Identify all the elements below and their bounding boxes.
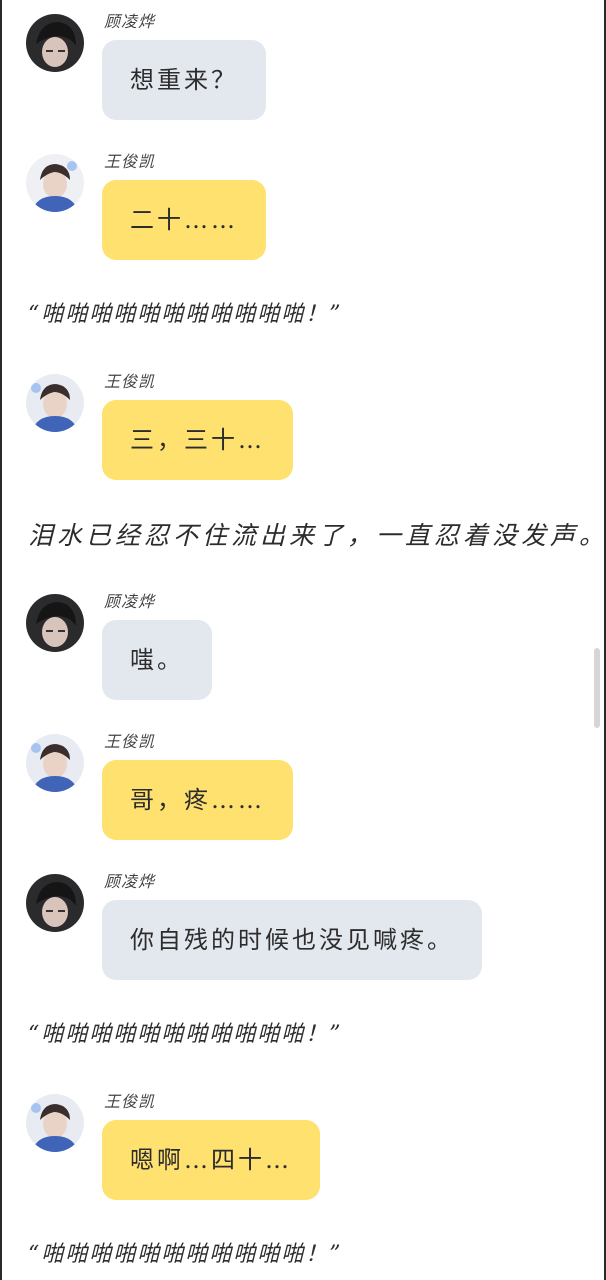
narration-text: “啪啪啪啪啪啪啪啪啪啪啪！”: [28, 1242, 343, 1267]
sender-name: 王俊凯: [104, 372, 156, 391]
sender-name: 王俊凯: [104, 732, 156, 751]
sender-name: 顾凌烨: [104, 12, 156, 31]
sender-name: 王俊凯: [104, 1092, 156, 1111]
message-bubble[interactable]: 你自残的时候也没见喊疼。: [102, 900, 482, 980]
avatar[interactable]: [26, 874, 84, 932]
chat-feed[interactable]: 顾凌烨 想重来？ 王俊凯 二十…… “啪啪啪啪啪啪啪啪啪啪啪！” 王俊凯 三，三…: [0, 0, 606, 1280]
avatar[interactable]: [26, 14, 84, 72]
avatar[interactable]: [26, 374, 84, 432]
narration-text: “啪啪啪啪啪啪啪啪啪啪啪！”: [28, 302, 343, 327]
avatar[interactable]: [26, 594, 84, 652]
sender-name: 王俊凯: [104, 152, 156, 171]
message-bubble[interactable]: 想重来？: [102, 40, 266, 120]
message-bubble[interactable]: 三，三十…: [102, 400, 293, 480]
avatar[interactable]: [26, 154, 84, 212]
avatar[interactable]: [26, 734, 84, 792]
narration-text: 泪水已经忍不住流出来了，一直忍着没发声。: [28, 521, 606, 550]
sender-name: 顾凌烨: [104, 872, 156, 891]
message-bubble[interactable]: 哥，疼……: [102, 760, 293, 840]
message-bubble[interactable]: 嗤。: [102, 620, 212, 700]
narration-text: “啪啪啪啪啪啪啪啪啪啪啪！”: [28, 1022, 343, 1047]
message-bubble[interactable]: 二十……: [102, 180, 266, 260]
sender-name: 顾凌烨: [104, 592, 156, 611]
avatar[interactable]: [26, 1094, 84, 1152]
scrollbar-thumb[interactable]: [594, 648, 600, 728]
message-bubble[interactable]: 嗯啊…四十…: [102, 1120, 320, 1200]
